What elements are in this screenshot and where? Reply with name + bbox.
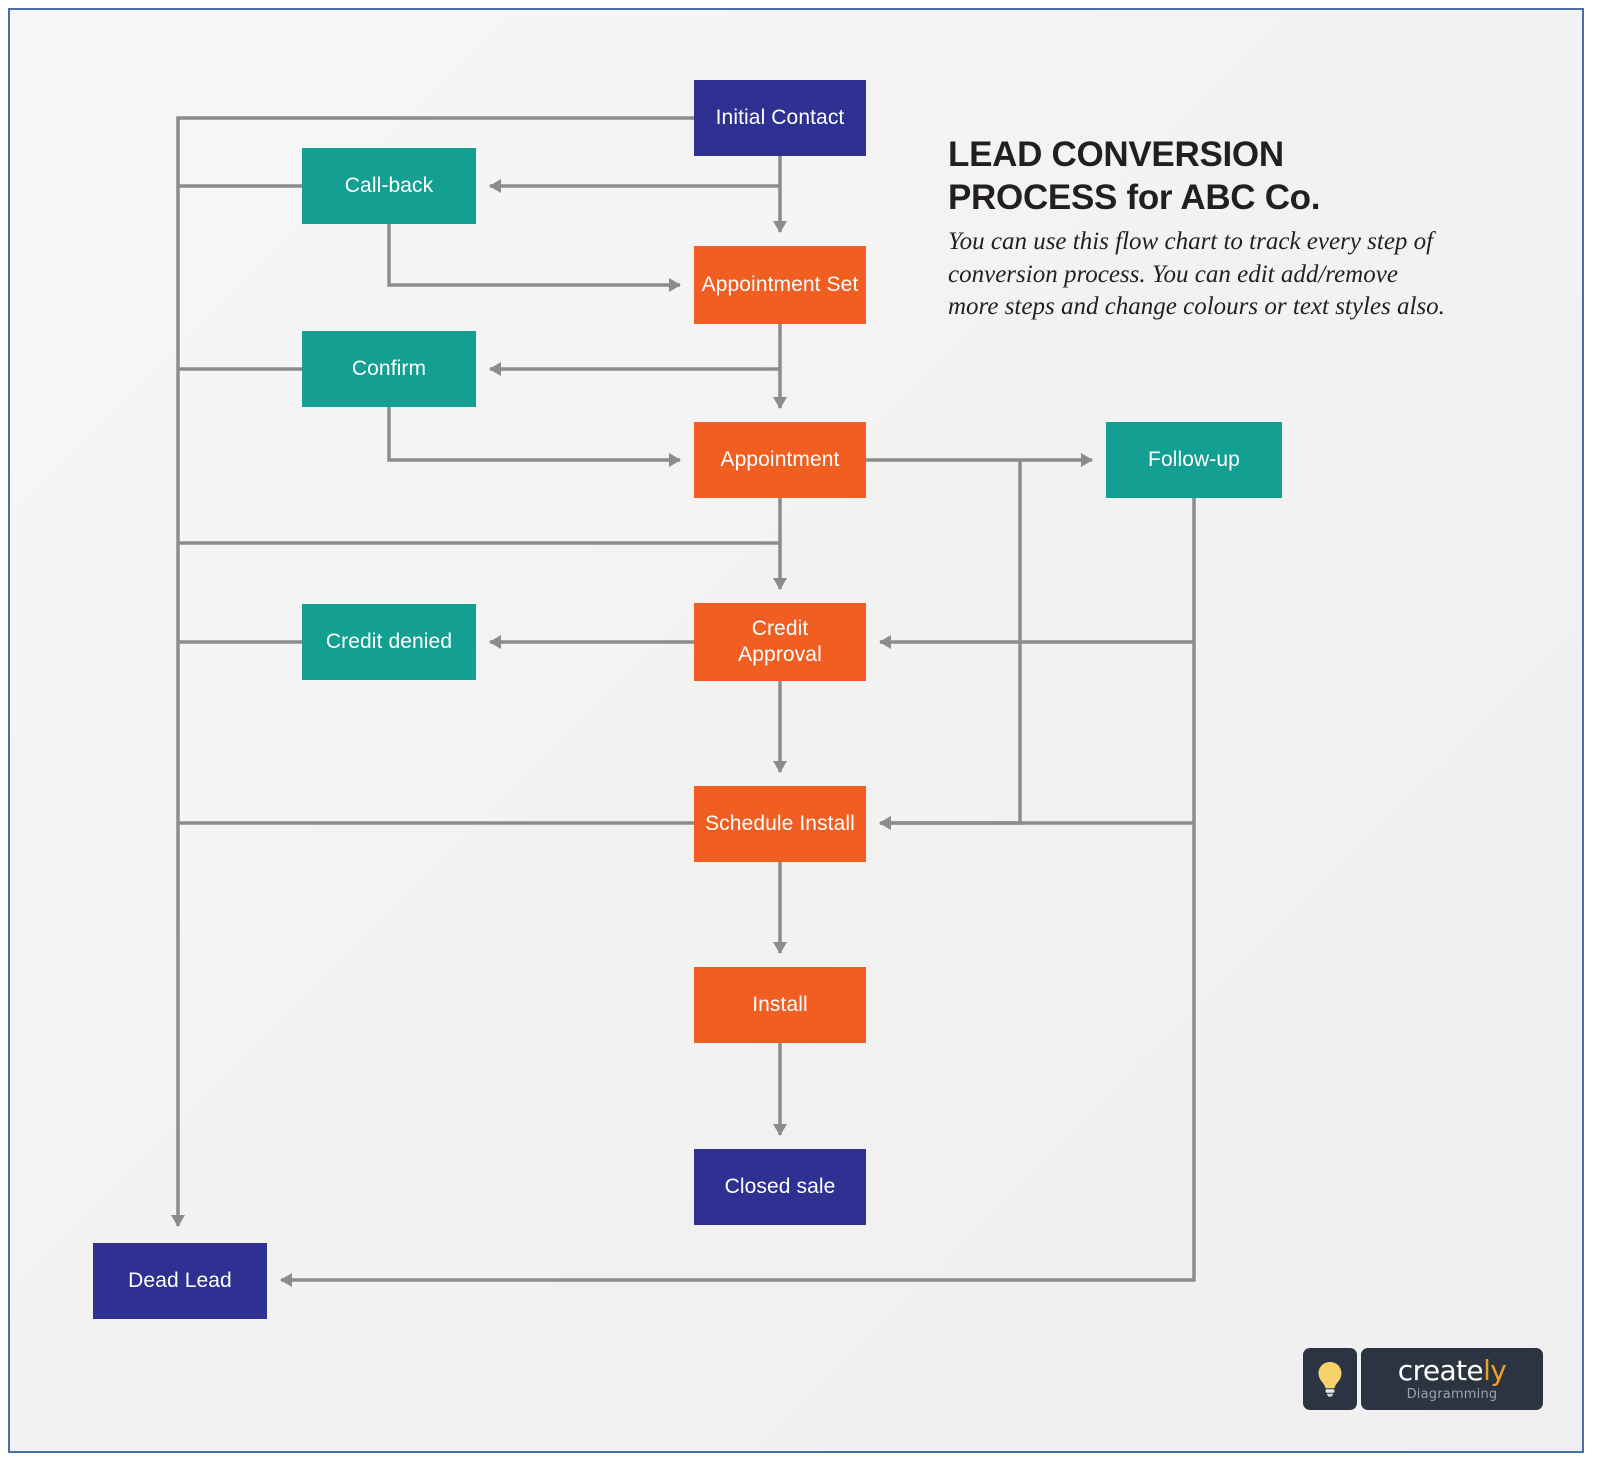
node-label: Credit Approval (738, 617, 822, 666)
node-label: Call-back (344, 174, 434, 198)
node-dead-lead[interactable]: Dead Lead (93, 1243, 267, 1319)
node-label: Dead Lead (128, 1269, 232, 1293)
node-label: Appointment (720, 448, 840, 472)
node-label: Closed sale (724, 1175, 836, 1199)
node-label: Appointment Set (701, 273, 859, 297)
node-label: Install (752, 993, 808, 1017)
node-confirm[interactable]: Confirm (302, 331, 476, 407)
creately-logo[interactable]: creately Diagramming (1303, 1348, 1543, 1410)
subtitle-line-1: You can use this flow chart to track eve… (948, 228, 1434, 256)
subtitle-line-2: conversion process. You can edit add/rem… (948, 260, 1398, 288)
node-label: Schedule Install (705, 812, 855, 836)
page-title: LEAD CONVERSION PROCESS for ABC Co. (948, 134, 1508, 219)
creately-tagline: Diagramming (1406, 1387, 1498, 1402)
node-label: Initial Contact (715, 106, 845, 130)
creately-word-main: create (1397, 1354, 1484, 1387)
node-credit-denied[interactable]: Credit denied (302, 604, 476, 680)
node-schedule-install[interactable]: Schedule Install (694, 786, 866, 862)
subtitle-line-3: more steps and change colours or text st… (948, 293, 1445, 321)
node-appointment[interactable]: Appointment (694, 422, 866, 498)
diagram-canvas: Initial Contact Call-back Appointment Se… (0, 0, 1600, 1469)
node-appointment-set[interactable]: Appointment Set (694, 246, 866, 324)
title-line-1: LEAD CONVERSION (948, 135, 1284, 174)
title-line-2: PROCESS for ABC Co. (948, 177, 1321, 217)
node-follow-up[interactable]: Follow-up (1106, 422, 1282, 498)
node-initial-contact[interactable]: Initial Contact (694, 80, 866, 156)
node-closed-sale[interactable]: Closed sale (694, 1149, 866, 1225)
node-credit-approval[interactable]: Credit Approval (694, 603, 866, 681)
title-block: LEAD CONVERSION PROCESS for ABC Co. You … (948, 134, 1508, 324)
node-call-back[interactable]: Call-back (302, 148, 476, 224)
creately-word: creately (1397, 1354, 1507, 1387)
node-install[interactable]: Install (694, 967, 866, 1043)
node-label: Follow-up (1148, 448, 1240, 472)
lightbulb-icon (1303, 1348, 1357, 1410)
creately-wordmark: creately Diagramming (1361, 1348, 1543, 1410)
node-label: Confirm (351, 357, 427, 381)
creately-word-accent: ly (1483, 1354, 1507, 1387)
page-subtitle: You can use this flow chart to track eve… (948, 226, 1508, 324)
node-label: Credit denied (325, 630, 453, 654)
edge-confirm-to-appointment (387, 407, 681, 467)
edge-call-back-to-appointment-set (387, 224, 681, 292)
